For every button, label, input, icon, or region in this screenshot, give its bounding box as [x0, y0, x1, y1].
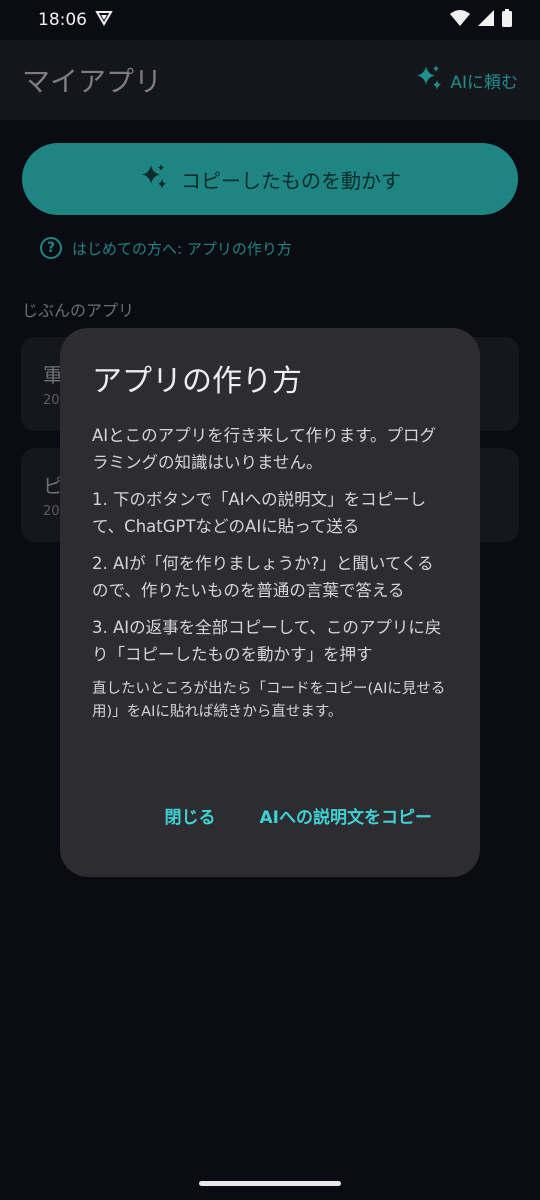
dialog-step-2: 2. AIが「何を作りましょうか?」と聞いてくるので、作りたいものを普通の言葉で…	[92, 554, 434, 600]
section-heading: じぶんのアプリ	[22, 301, 135, 320]
run-copied-label: コピーしたものを動かす	[181, 168, 401, 193]
vpn-icon	[95, 10, 113, 31]
home-indicator[interactable]	[199, 1181, 341, 1186]
help-icon: ?	[40, 237, 62, 259]
dialog-intro: AIとこのアプリを行き来して作ります。プログラミングの知識はいりません。	[92, 426, 437, 472]
help-link-label: はじめての方へ: アプリの作り方	[72, 239, 292, 258]
status-bar: 18:06	[0, 0, 540, 40]
dialog-title: アプリの作り方	[92, 364, 302, 399]
how-to-dialog: アプリの作り方 AIとこのアプリを行き来して作ります。プログラミングの知識はいり…	[60, 328, 480, 877]
page-title: マイアプリ	[22, 65, 163, 98]
status-right	[450, 8, 512, 32]
copy-ai-prompt-button[interactable]: AIへの説明文をコピー	[260, 803, 432, 828]
ask-ai-label: AIに頼む	[450, 72, 518, 93]
signal-icon	[478, 9, 494, 31]
wifi-icon	[450, 9, 470, 31]
ask-ai-button[interactable]: AIに頼む	[414, 63, 518, 98]
app-card-subtitle: 20	[43, 504, 60, 519]
sparkle-icon	[139, 162, 169, 197]
run-copied-button[interactable]: コピーしたものを動かす	[22, 143, 518, 215]
app-card-subtitle: 20	[43, 393, 60, 408]
battery-icon	[502, 8, 512, 32]
sparkle-icon	[414, 63, 444, 98]
dialog-step-3: 3. AIの返事を全部コピーして、このアプリに戻り「コピーしたものを動かす」を押…	[92, 618, 442, 664]
dialog-note: 直したいところが出たら「コードをコピー(AIに見せる用)」をAIに貼れば続きから…	[92, 681, 446, 720]
close-button[interactable]: 閉じる	[165, 803, 216, 828]
dialog-step-1: 1. 下のボタンで「AIへの説明文」をコピーして、ChatGPTなどのAIに貼っ…	[92, 490, 427, 536]
status-left: 18:06	[38, 10, 113, 31]
dialog-actions: 閉じる AIへの説明文をコピー	[165, 803, 432, 828]
help-link[interactable]: ? はじめての方へ: アプリの作り方	[40, 234, 292, 262]
status-time: 18:06	[38, 10, 87, 30]
app-bar: マイアプリ AIに頼む	[0, 40, 540, 120]
